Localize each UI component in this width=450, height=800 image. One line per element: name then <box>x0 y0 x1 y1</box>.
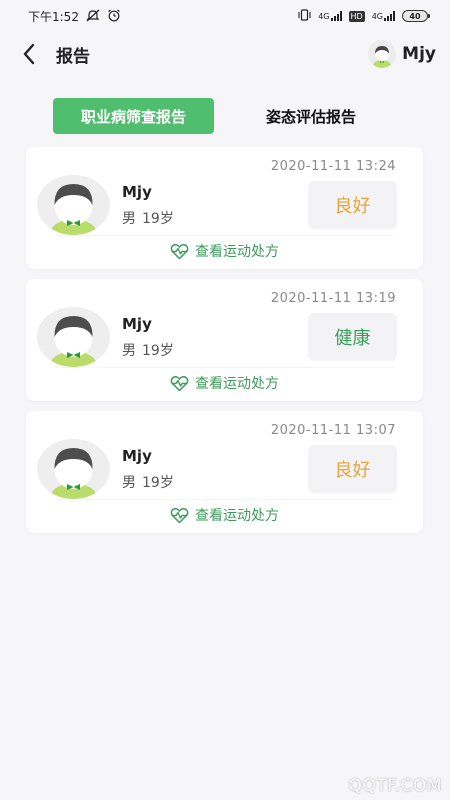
report-card[interactable]: 2020-11-11 13:24 Mjy 男 19岁 良好 查看运动处方 <box>26 147 423 269</box>
alarm-icon <box>107 9 121 24</box>
report-time: 2020-11-11 13:24 <box>270 159 396 174</box>
network-label: 4G <box>318 12 330 21</box>
avatar <box>368 40 397 68</box>
view-exercise-prescription-link[interactable]: 查看运动处方 <box>26 239 423 263</box>
report-list: 2020-11-11 13:24 Mjy 男 19岁 良好 查看运动处方 202… <box>26 147 423 543</box>
signal-icon: 4G <box>318 11 342 21</box>
report-user-info: 男 19岁 <box>122 208 174 228</box>
link-label: 查看运动处方 <box>195 508 279 524</box>
report-age: 19岁 <box>142 211 174 227</box>
page-title: 报告 <box>56 46 90 67</box>
avatar <box>37 175 110 235</box>
heart-pulse-icon <box>170 243 189 259</box>
heart-pulse-icon <box>170 507 189 523</box>
report-tabs: 职业病筛查报告 姿态评估报告 <box>53 98 398 134</box>
back-button[interactable] <box>22 42 42 66</box>
report-gender: 男 <box>122 211 136 227</box>
report-user-name: Mjy <box>122 183 152 201</box>
watermark: QQTF.COM <box>348 776 442 796</box>
divider <box>56 367 393 368</box>
report-gender: 男 <box>122 475 136 491</box>
tab-occupational-screening[interactable]: 职业病筛查报告 <box>53 98 214 134</box>
network-label: 4G <box>371 12 383 21</box>
report-age: 19岁 <box>142 343 174 359</box>
report-card[interactable]: 2020-11-11 13:19 Mjy 男 19岁 健康 查看运动处方 <box>26 279 423 401</box>
status-left: 下午1:52 <box>28 8 121 25</box>
status-time: 下午1:52 <box>28 9 79 24</box>
avatar <box>37 307 110 367</box>
battery-icon: 40 <box>402 10 430 22</box>
tab-posture-assessment[interactable]: 姿态评估报告 <box>214 98 398 134</box>
status-badge: 健康 <box>308 313 397 361</box>
report-time: 2020-11-11 13:19 <box>270 291 396 306</box>
status-badge: 良好 <box>308 445 397 493</box>
link-label: 查看运动处方 <box>195 376 279 392</box>
status-badge: 良好 <box>308 181 397 229</box>
report-user-info: 男 19岁 <box>122 340 174 360</box>
avatar <box>37 439 110 499</box>
report-card[interactable]: 2020-11-11 13:07 Mjy 男 19岁 良好 查看运动处方 <box>26 411 423 533</box>
header-left: 报告 <box>22 42 90 67</box>
hd-icon: HD <box>348 10 365 22</box>
status-bar: 下午1:52 4G HD 4G 40 <box>0 0 450 32</box>
heart-pulse-icon <box>170 375 189 391</box>
report-time: 2020-11-11 13:07 <box>270 423 396 438</box>
divider <box>56 499 393 500</box>
vibrate-icon <box>298 9 311 23</box>
view-exercise-prescription-link[interactable]: 查看运动处方 <box>26 503 423 527</box>
divider <box>56 235 393 236</box>
username: Mjy <box>402 44 436 64</box>
view-exercise-prescription-link[interactable]: 查看运动处方 <box>26 371 423 395</box>
report-user-name: Mjy <box>122 315 152 333</box>
link-label: 查看运动处方 <box>195 244 279 260</box>
report-user-name: Mjy <box>122 447 152 465</box>
mute-icon <box>86 9 100 24</box>
chevron-left-icon <box>23 43 35 65</box>
report-gender: 男 <box>122 343 136 359</box>
signal-icon: 4G <box>372 11 395 21</box>
status-right: 4G HD 4G 40 <box>298 9 430 23</box>
app-header: 报告 Mjy <box>0 32 450 76</box>
report-age: 19岁 <box>142 475 174 491</box>
report-user-info: 男 19岁 <box>122 472 174 492</box>
user-profile[interactable]: Mjy <box>368 40 436 68</box>
